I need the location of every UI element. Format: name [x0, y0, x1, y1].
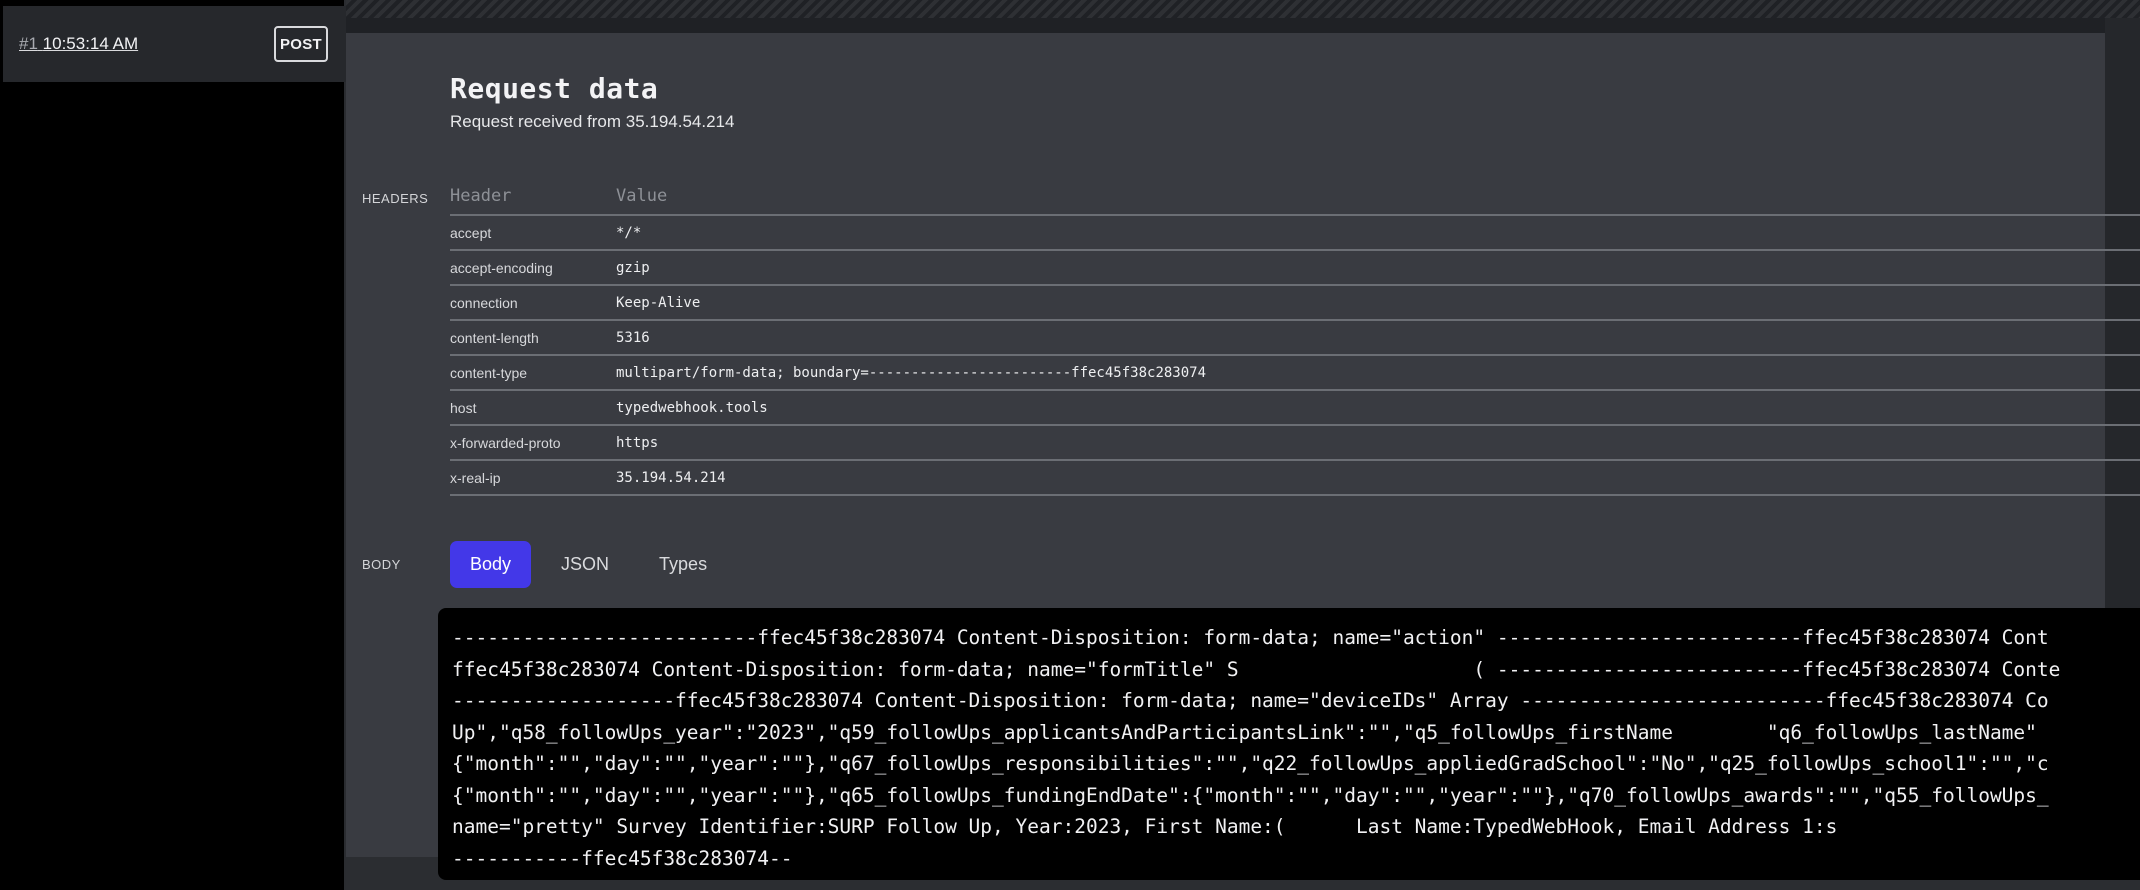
- header-value: https: [616, 425, 2140, 461]
- table-row: accept */*: [450, 215, 2140, 251]
- body-line: Up","q58_followUps_year":"2023","q59_fol…: [452, 720, 2037, 744]
- headers-table: Header Value accept */* accept-encoding gz…: [450, 178, 2140, 496]
- request-list-sidebar: #1 10:53:14 AM POST: [0, 0, 346, 890]
- body-line: -------------------ffec45f38c283074 Cont…: [452, 689, 2049, 712]
- body-line: ffec45f38c283074 Content-Disposition: fo…: [452, 657, 2061, 681]
- header-value: typedwebhook.tools: [616, 390, 2140, 426]
- method-badge: POST: [274, 26, 328, 62]
- header-value: */*: [616, 215, 2140, 251]
- body-line: --------------------------ffec45f38c2830…: [452, 626, 2049, 649]
- column-header-value: Value: [616, 178, 2140, 216]
- header-value: Keep-Alive: [616, 285, 2140, 321]
- table-row: x-forwarded-proto https: [450, 425, 2140, 461]
- body-section-label: BODY: [362, 557, 401, 572]
- request-time: 10:53:14 AM: [42, 34, 139, 53]
- header-key: x-real-ip: [450, 460, 616, 496]
- body-line: -----------ffec45f38c283074--: [452, 846, 793, 870]
- request-source: Request received from 35.194.54.214: [450, 112, 735, 131]
- table-row: host typedwebhook.tools: [450, 390, 2140, 426]
- table-row: content-length 5316: [450, 320, 2140, 356]
- header-key: accept-encoding: [450, 250, 616, 286]
- header-value: 35.194.54.214: [616, 460, 2140, 496]
- header-key: accept: [450, 215, 616, 251]
- header-value: 5316: [616, 320, 2140, 356]
- table-row: x-real-ip 35.194.54.214: [450, 460, 2140, 496]
- table-row: content-type multipart/form-data; boundar…: [450, 355, 2140, 391]
- header-value: multipart/form-data; boundary=----------…: [616, 355, 2140, 391]
- header-key: content-type: [450, 355, 616, 391]
- request-number: #1: [19, 34, 38, 53]
- header-value: gzip: [616, 250, 2140, 286]
- header-key: content-length: [450, 320, 616, 356]
- tab-types[interactable]: Types: [639, 541, 727, 588]
- header-key: connection: [450, 285, 616, 321]
- table-row: connection Keep-Alive: [450, 285, 2140, 321]
- body-view-tabs: Body JSON Types: [450, 541, 727, 588]
- request-link[interactable]: #1 10:53:14 AM: [19, 34, 138, 54]
- tab-body[interactable]: Body: [450, 541, 532, 588]
- header-key: x-forwarded-proto: [450, 425, 616, 461]
- headers-section-label: HEADERS: [362, 191, 429, 206]
- tab-json[interactable]: JSON: [541, 541, 629, 588]
- body-line: {"month":"","day":"","year":""},"q65_fol…: [452, 783, 2049, 807]
- request-list-item[interactable]: #1 10:53:14 AM POST: [3, 6, 346, 82]
- table-row: accept-encoding gzip: [450, 250, 2140, 286]
- top-stripe-decoration: [346, 0, 2140, 18]
- column-header-header: Header: [450, 178, 616, 216]
- header-key: host: [450, 390, 616, 426]
- request-body-viewer[interactable]: --------------------------ffec45f38c2830…: [438, 608, 2140, 880]
- body-line: {"month":"","day":"","year":""},"q67_fol…: [452, 752, 2049, 775]
- body-line: name="pretty" Survey Identifier:SURP Fol…: [452, 815, 1838, 838]
- table-header-row: Header Value: [450, 178, 2140, 216]
- page-title: Request data: [450, 72, 659, 105]
